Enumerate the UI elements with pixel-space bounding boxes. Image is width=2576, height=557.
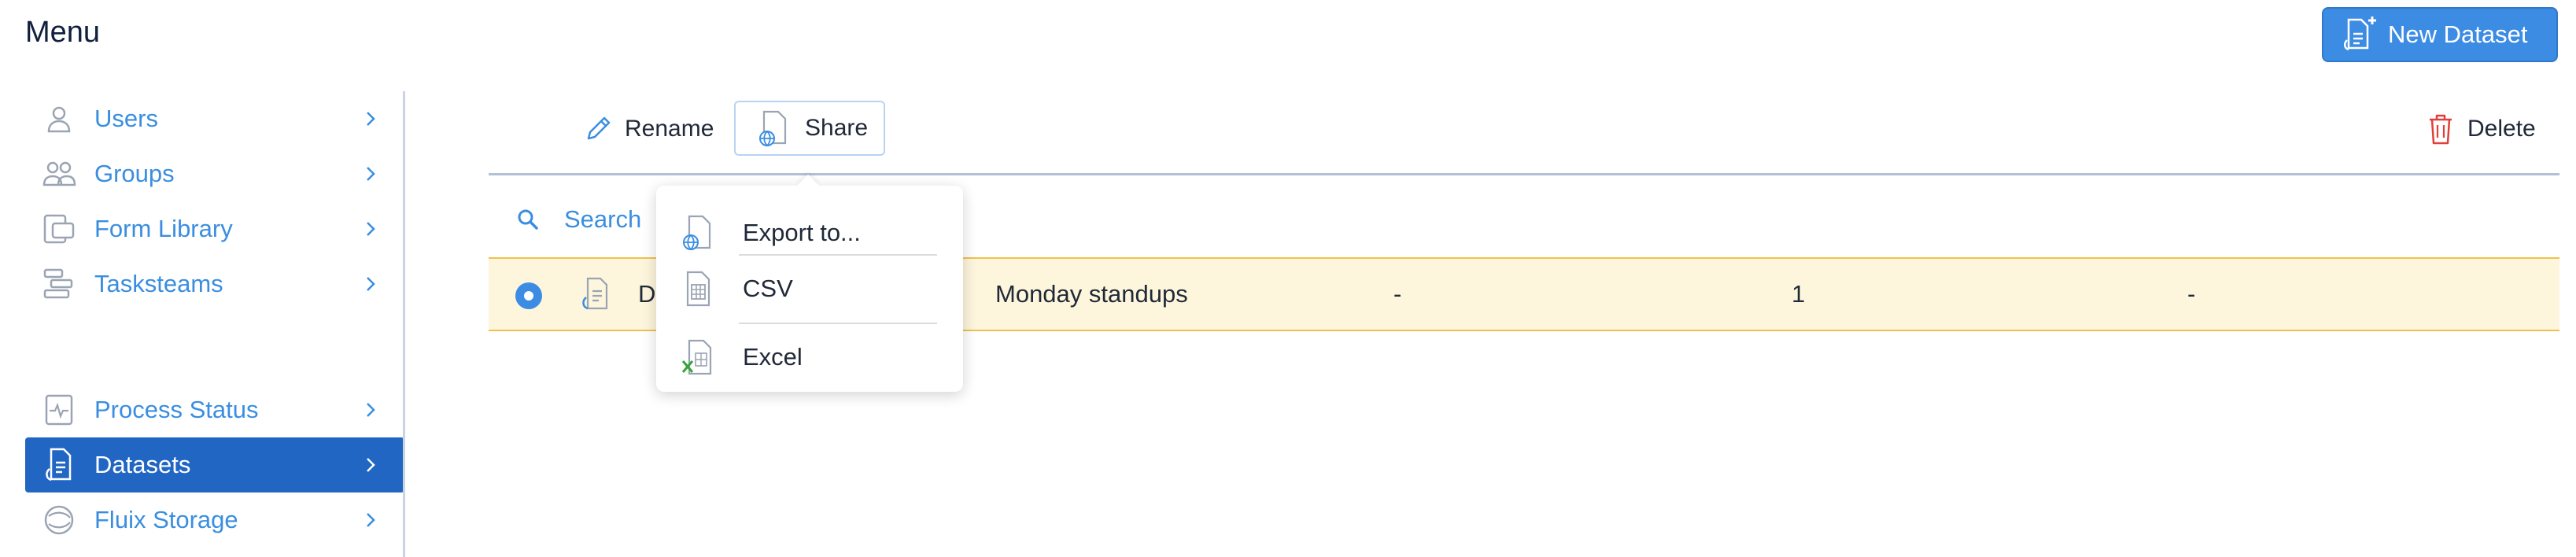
cell-col4: 1 [1792,280,1806,308]
sidebar-item-label: Fluix Storage [94,506,238,533]
share-globe-file-icon [759,110,787,147]
sidebar-divider [403,91,405,557]
sidebar-item-datasets[interactable]: Datasets [25,437,404,492]
chevron-right-icon [367,403,375,417]
trash-icon [2430,114,2452,145]
taskstreams-icon [41,266,77,302]
menu-item-excel[interactable]: Excel [656,324,963,390]
chevron-right-icon [367,277,375,291]
chevron-right-icon [367,513,375,527]
sidebar-item-taskstreams[interactable]: Tasksteams [25,256,404,312]
sidebar-nav: Users Groups Form Library Tasksteams Pro… [25,91,404,557]
excel-file-icon [681,339,712,375]
export-globe-icon [683,215,711,251]
user-icon [41,101,77,137]
search-icon [518,209,538,230]
share-label: Share [805,115,869,141]
dataset-description: Monday standups [995,280,1188,308]
menu-item-label: Excel [743,343,803,371]
rename-button[interactable]: Rename [582,107,714,151]
menu-item-label: CSV [743,275,793,302]
groups-icon [41,156,77,192]
cell-col5: - [2187,280,2196,308]
sidebar-item-label: Process Status [94,396,259,423]
toolbar-divider [489,173,2559,175]
menu-title: Menu [25,16,101,49]
share-dropdown-menu: Export to... CSV Excel [656,174,963,392]
search-label: Search [564,205,642,233]
sidebar-item-users[interactable]: Users [25,91,404,146]
row-select-radio[interactable] [515,282,542,309]
sidebar-item-fluix-storage[interactable]: Fluix Storage [25,492,404,548]
chevron-right-icon [367,167,375,181]
sidebar-item-groups[interactable]: Groups [25,146,404,201]
dataset-row-icon [577,259,613,330]
sidebar-item-label: Tasksteams [94,270,223,297]
cell-col3: - [1393,280,1402,308]
sidebar-item-label: Form Library [94,215,233,242]
menu-item-csv[interactable]: CSV [656,256,963,322]
sidebar-item-form-library[interactable]: Form Library [25,201,404,256]
dataset-name: D [638,280,656,308]
new-dataset-label: New Dataset [2388,20,2528,48]
dropdown-caret [796,174,820,197]
delete-button[interactable]: Delete [2425,107,2536,151]
menu-item-label: Export to... [743,219,861,246]
delete-label: Delete [2467,116,2536,142]
chevron-right-icon [367,112,375,126]
process-status-icon [41,392,77,428]
sidebar-item-label: Groups [94,160,175,187]
sidebar-item-label: Datasets [94,451,191,478]
sidebar-item-process-status[interactable]: Process Status [25,382,404,437]
chevron-right-icon [367,222,375,236]
storage-icon [41,502,77,538]
share-button[interactable]: Share [734,101,885,156]
rename-label: Rename [625,116,714,142]
search-field[interactable]: Search [515,200,641,239]
sidebar-item-label: Users [94,105,158,132]
pencil-icon [587,116,611,140]
csv-file-icon [686,271,710,307]
new-dataset-icon [2344,17,2376,51]
form-library-icon [41,211,77,247]
datasets-icon [41,447,77,483]
chevron-right-icon [367,458,375,472]
new-dataset-button[interactable]: New Dataset [2322,7,2558,62]
